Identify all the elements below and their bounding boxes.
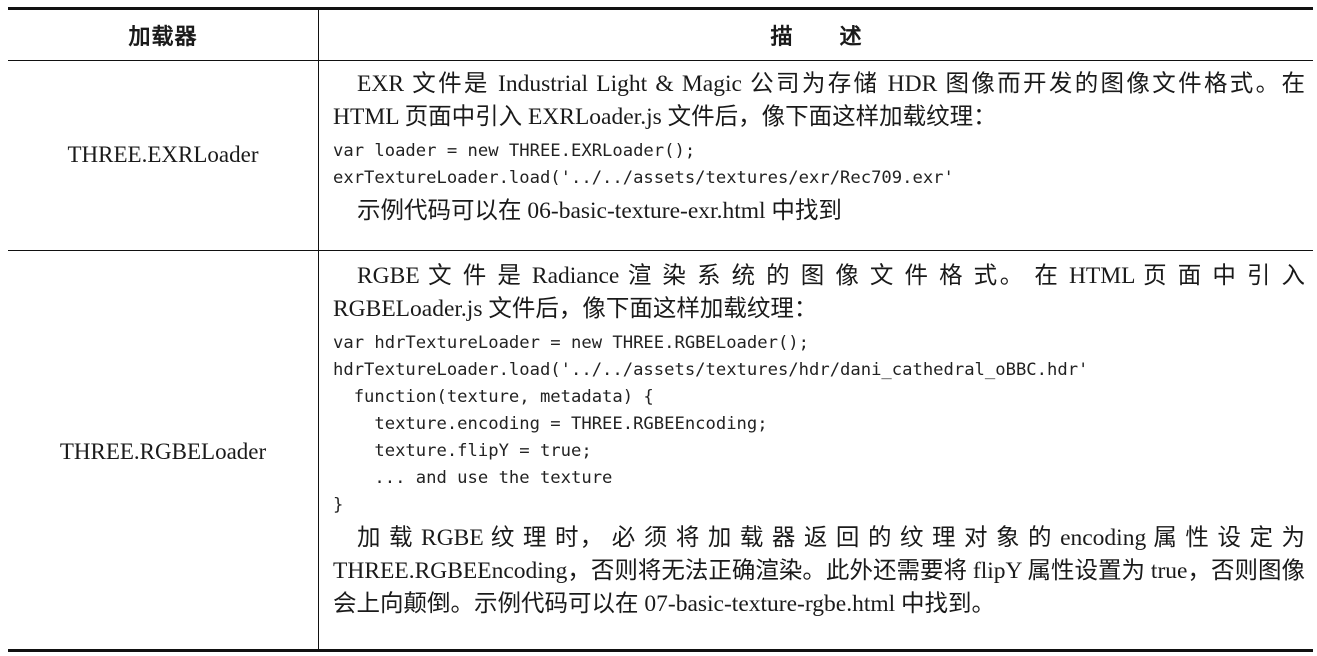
description-rgbe: RGBE 文 件 是 Radiance 渲 染 系 统 的 图 像 文 件 格 … (333, 260, 1305, 621)
rgbe-code-line-5: texture.flipY = true; (333, 441, 592, 461)
rgbe-code-line-1: var hdrTextureLoader = new THREE.RGBELoa… (333, 333, 809, 353)
loader-table: 加载器 描 述 THREE.EXRLoader EXR 文件是 Industri… (8, 7, 1313, 652)
loader-name-rgbe: THREE.RGBELoader (59, 439, 267, 464)
exr-code-line-2: exrTextureLoader.load('../../assets/text… (333, 168, 954, 188)
header-description: 描 述 (770, 25, 863, 50)
rgbe-code-line-4: texture.encoding = THREE.RGBEEncoding; (333, 414, 768, 434)
rgbe-intro: RGBE 文 件 是 Radiance 渲 染 系 统 的 图 像 文 件 格 … (333, 263, 1305, 322)
column-divider (318, 10, 319, 649)
rgbe-code-line-2: hdrTextureLoader.load('../../assets/text… (333, 360, 1089, 380)
rgbe-code-line-7: } (333, 495, 344, 515)
exr-intro: EXR 文件是 Industrial Light & Magic 公司为存储 H… (333, 71, 1305, 130)
rgbe-note: 加 载 RGBE 纹 理 时， 必 须 将 加 载 器 返 回 的 纹 理 对 … (333, 525, 1305, 617)
rgbe-code-line-6: ... and use the texture (333, 468, 613, 488)
loader-name-exr: THREE.EXRLoader (67, 142, 259, 167)
rgbe-code-line-3: function(texture, metadata) { (333, 387, 654, 407)
exr-note: 示例代码可以在 06-basic-texture-exr.html 中找到 (357, 198, 842, 224)
exr-code-line-1: var loader = new THREE.EXRLoader(); (333, 141, 696, 161)
table-header: 加载器 描 述 (8, 10, 1313, 61)
description-exr: EXR 文件是 Industrial Light & Magic 公司为存储 H… (333, 68, 1305, 228)
row-divider (8, 250, 1313, 251)
header-loader: 加载器 (128, 25, 198, 50)
